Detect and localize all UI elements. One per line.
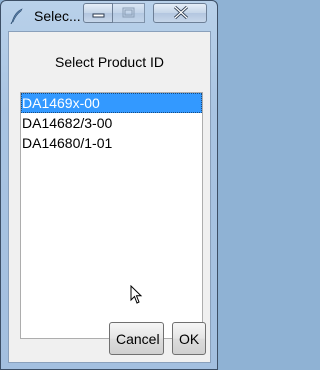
cancel-button[interactable]: Cancel bbox=[109, 322, 164, 355]
feather-icon bbox=[9, 8, 25, 25]
close-icon bbox=[173, 5, 189, 20]
maximize-icon bbox=[122, 7, 135, 18]
list-item-da14680[interactable]: DA14680/1-01 bbox=[21, 133, 202, 153]
close-button[interactable] bbox=[153, 3, 207, 23]
minimize-button[interactable] bbox=[83, 3, 113, 23]
minimize-icon bbox=[92, 13, 105, 18]
dialog-window: Selec... Select Product ID DA1469x-00 DA… bbox=[0, 0, 218, 370]
mouse-cursor-icon bbox=[130, 285, 143, 304]
maximize-button[interactable] bbox=[113, 3, 145, 23]
title-bar[interactable]: Selec... bbox=[1, 1, 217, 31]
ok-button[interactable]: OK bbox=[172, 322, 206, 355]
list-item-da14682[interactable]: DA14682/3-00 bbox=[21, 113, 202, 133]
list-item-da1469x[interactable]: DA1469x-00 bbox=[21, 93, 202, 113]
window-title: Selec... bbox=[34, 8, 81, 24]
dialog-heading: Select Product ID bbox=[55, 54, 164, 70]
product-id-listbox[interactable]: DA1469x-00 DA14682/3-00 DA14680/1-01 bbox=[20, 92, 203, 339]
dialog-body: Select Product ID DA1469x-00 DA14682/3-0… bbox=[8, 31, 211, 363]
